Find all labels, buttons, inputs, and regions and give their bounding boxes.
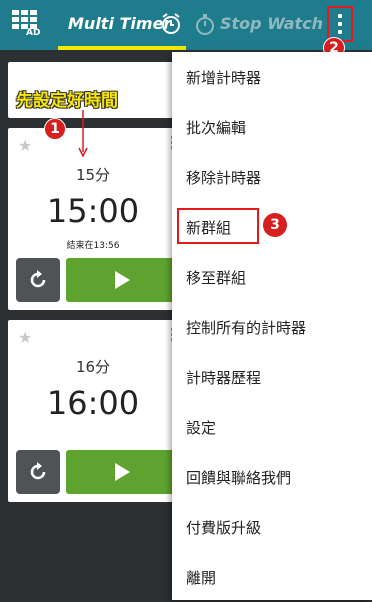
- menu-item-settings[interactable]: 設定: [172, 402, 372, 452]
- timer-label: 15分: [75, 166, 111, 184]
- play-icon: [115, 271, 130, 289]
- stopwatch-icon: [196, 14, 214, 35]
- menu-item-label: 移除計時器: [186, 169, 262, 187]
- play-button[interactable]: [66, 258, 178, 302]
- refresh-icon: [30, 270, 46, 288]
- ad-grid-icon[interactable]: AD: [12, 10, 42, 40]
- menu-item-label: 回饋與聯絡我們: [186, 469, 292, 487]
- play-icon: [115, 463, 130, 481]
- menu-item-label: 移至群組: [186, 269, 247, 287]
- step-1-callout: 1: [44, 118, 66, 140]
- tab-stop-watch[interactable]: Stop Watch: [220, 14, 323, 33]
- timer-time: 15:00: [46, 192, 140, 230]
- menu-item-remove-timer[interactable]: 移除計時器: [172, 152, 372, 202]
- menu-item-timer-history[interactable]: 計時器歷程: [172, 352, 372, 402]
- menu-item-control-all[interactable]: 控制所有的計時器: [172, 302, 372, 352]
- timer-end-time: 結束在13:56: [66, 241, 120, 251]
- play-button[interactable]: [66, 450, 178, 494]
- menu-item-move-to-group[interactable]: 移至群組: [172, 252, 372, 302]
- step-1-arrow-icon: [78, 110, 88, 158]
- top-app-bar: AD Multi Timer Stop Watch: [0, 0, 372, 50]
- menu-item-upgrade[interactable]: 付費版升級: [172, 502, 372, 552]
- reset-button[interactable]: [16, 258, 60, 302]
- star-icon[interactable]: ★: [18, 136, 32, 155]
- menu-item-label: 新群組: [186, 219, 232, 237]
- timer-card: ★ 16分 16:00: [8, 320, 178, 502]
- reset-button[interactable]: [16, 450, 60, 494]
- step-3-callout: 3: [262, 212, 288, 238]
- menu-item-batch-edit[interactable]: 批次編輯: [172, 102, 372, 152]
- refresh-icon: [30, 462, 46, 480]
- menu-item-exit[interactable]: 離開: [172, 552, 372, 602]
- menu-item-label: 付費版升級: [186, 519, 262, 537]
- menu-item-label: 設定: [186, 419, 217, 437]
- menu-item-label: 離開: [186, 569, 217, 587]
- menu-item-label: 控制所有的計時器: [186, 319, 307, 337]
- alarm-clock-icon: [162, 13, 180, 34]
- menu-item-label: 批次編輯: [186, 119, 247, 137]
- star-icon[interactable]: ★: [18, 328, 32, 347]
- menu-item-label: 新增計時器: [186, 69, 262, 87]
- timer-card: ★ 15分 15:00 結束在13:56: [8, 128, 178, 310]
- step-1-annotation-label: 先設定好時間: [16, 91, 118, 111]
- tab-multi-timer[interactable]: Multi Timer: [68, 14, 171, 33]
- timer-time: 16:00: [46, 384, 140, 422]
- menu-item-add-timer[interactable]: 新增計時器: [172, 52, 372, 102]
- active-tab-indicator: [58, 46, 186, 50]
- menu-item-label: 計時器歷程: [186, 369, 262, 387]
- overflow-menu: 新增計時器 批次編輯 移除計時器 新群組 移至群組 控制所有的計時器 計時器歷程…: [172, 52, 372, 600]
- menu-item-feedback[interactable]: 回饋與聯絡我們: [172, 452, 372, 502]
- ad-label: AD: [26, 28, 41, 38]
- timer-label: 16分: [75, 358, 111, 376]
